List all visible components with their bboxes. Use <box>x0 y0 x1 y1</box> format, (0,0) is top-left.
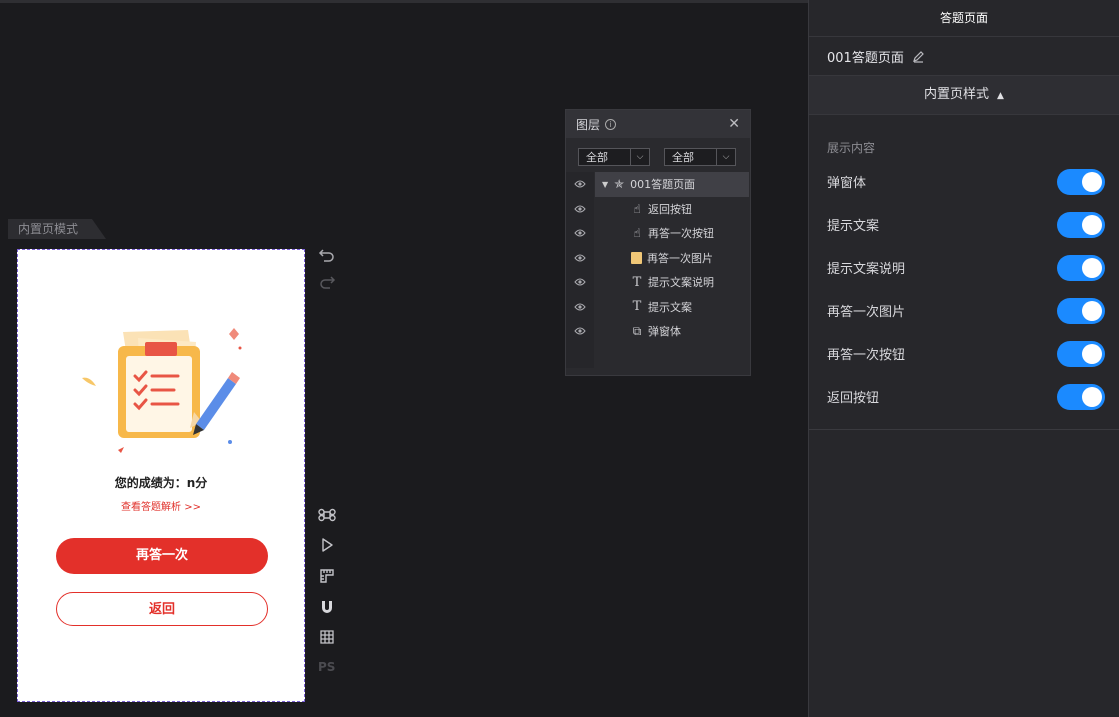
phone-preview[interactable]: 您的成绩为：n分 查看答题解析 >> 再答一次 返回 <box>17 249 305 702</box>
layers-title: 图层 <box>576 117 601 132</box>
layers-header: 图层 i ✕ <box>566 110 750 138</box>
toggle-row-popup: 弹窗体 <box>809 160 1119 203</box>
panel-title: 答题页面 <box>809 0 1119 37</box>
eye-icon[interactable] <box>574 203 586 215</box>
eye-icon[interactable] <box>574 178 586 190</box>
ps-icon[interactable]: PS <box>318 660 338 680</box>
toggle-switch[interactable] <box>1057 340 1105 367</box>
chevron-down-icon: ⌵ <box>630 149 649 165</box>
command-icon[interactable] <box>318 506 338 526</box>
component-icon: ✯ <box>614 177 625 192</box>
layer-label: 再答一次图片 <box>647 251 713 265</box>
toggle-switch[interactable] <box>1057 168 1105 195</box>
eye-icon[interactable] <box>574 276 586 288</box>
layer-label: 提示文案 <box>648 300 692 314</box>
text-icon: T <box>632 274 642 290</box>
toggle-label: 再答一次按钮 <box>827 348 906 363</box>
pointer-icon: ☝ <box>633 201 641 216</box>
score-text: 您的成绩为：n分 <box>114 476 208 490</box>
layer-filter-value-2: 全部 <box>672 151 694 164</box>
layer-row-hint-text[interactable]: T 提示文案 <box>566 295 750 320</box>
edit-icon[interactable] <box>912 50 925 63</box>
layer-filter-value-1: 全部 <box>586 151 608 164</box>
toggle-row-retry-button: 再答一次按钮 <box>809 332 1119 375</box>
properties-panel: 答题页面 001答题页面 内置页样式 ▲ 展示内容 弹窗体 提示文案 提示文案说明… <box>808 0 1119 717</box>
toggle-row-hint-text: 提示文案 <box>809 203 1119 246</box>
layer-row-retry-image[interactable]: 再答一次图片 <box>566 246 750 271</box>
pointer-icon: ☝ <box>633 226 641 241</box>
page-name: 001答题页面 <box>827 50 904 66</box>
toggle-row-retry-image: 再答一次图片 <box>809 289 1119 332</box>
layer-row-back-button[interactable]: ☝ 返回按钮 <box>566 197 750 222</box>
layer-label: 返回按钮 <box>648 202 692 216</box>
section-header-builtin-style[interactable]: 内置页样式 ▲ <box>809 76 1119 115</box>
ruler-icon[interactable] <box>318 567 338 587</box>
close-icon[interactable]: ✕ <box>728 116 740 132</box>
layers-panel: 图层 i ✕ 全部 ⌵ 全部 ⌵ ▼ ✯ 001答题页面 ☝ 返回按钮 ☝ 再答… <box>565 109 751 376</box>
layer-row-retry-button[interactable]: ☝ 再答一次按钮 <box>566 221 750 246</box>
eye-icon[interactable] <box>574 227 586 239</box>
answer-illustration <box>82 328 242 453</box>
play-icon[interactable] <box>318 536 338 556</box>
layer-row-001-page[interactable]: ▼ ✯ 001答题页面 <box>566 172 750 197</box>
caret-down-icon[interactable]: ▼ <box>602 180 608 189</box>
undo-icon[interactable] <box>318 246 338 266</box>
mode-tab[interactable]: 内置页模式 <box>8 219 106 239</box>
toggle-switch[interactable] <box>1057 211 1105 238</box>
layer-row-popup[interactable]: ⧉ 弹窗体 <box>566 319 750 344</box>
divider <box>809 429 1119 430</box>
layer-row-hint-desc[interactable]: T 提示文案说明 <box>566 270 750 295</box>
toggle-row-back-button: 返回按钮 <box>809 375 1119 418</box>
display-content-label: 展示内容 <box>827 141 876 155</box>
toggle-label: 弹窗体 <box>827 176 867 191</box>
toggle-label: 提示文案 <box>827 219 880 234</box>
popup-icon: ⧉ <box>632 323 642 338</box>
layer-filter-select-2[interactable]: 全部 ⌵ <box>664 148 736 166</box>
info-icon[interactable]: i <box>605 118 617 130</box>
caret-up-icon: ▲ <box>997 91 1004 101</box>
layer-label: 再答一次按钮 <box>648 227 714 241</box>
back-button[interactable]: 返回 <box>56 592 268 626</box>
image-icon <box>631 251 642 264</box>
toggle-switch[interactable] <box>1057 383 1105 410</box>
retry-button[interactable]: 再答一次 <box>56 538 268 574</box>
section-label: 内置页样式 <box>924 87 990 102</box>
redo-icon[interactable] <box>318 273 338 293</box>
layer-label: 提示文案说明 <box>648 276 714 290</box>
review-analysis-link[interactable]: 查看答题解析 >> <box>18 498 304 513</box>
magnet-icon[interactable] <box>318 598 338 618</box>
layer-label: 001答题页面 <box>630 178 696 192</box>
toggle-row-hint-desc: 提示文案说明 <box>809 246 1119 289</box>
layer-tree: ▼ ✯ 001答题页面 ☝ 返回按钮 ☝ 再答一次按钮 再答一次图片 T 提示文… <box>566 172 750 368</box>
eye-icon[interactable] <box>574 301 586 313</box>
toggle-label: 返回按钮 <box>827 391 880 406</box>
page-name-row[interactable]: 001答题页面 <box>809 37 1119 76</box>
eye-icon[interactable] <box>574 325 586 337</box>
toggle-label: 提示文案说明 <box>827 262 906 277</box>
toggle-switch[interactable] <box>1057 297 1105 324</box>
text-icon: T <box>632 299 642 315</box>
layer-label: 弹窗体 <box>648 325 681 339</box>
layer-filter-select-1[interactable]: 全部 ⌵ <box>578 148 650 166</box>
chevron-down-icon: ⌵ <box>716 149 735 165</box>
toggle-switch[interactable] <box>1057 254 1105 281</box>
grid-icon[interactable] <box>318 628 338 648</box>
eye-icon[interactable] <box>574 252 586 264</box>
toggle-label: 再答一次图片 <box>827 305 906 320</box>
